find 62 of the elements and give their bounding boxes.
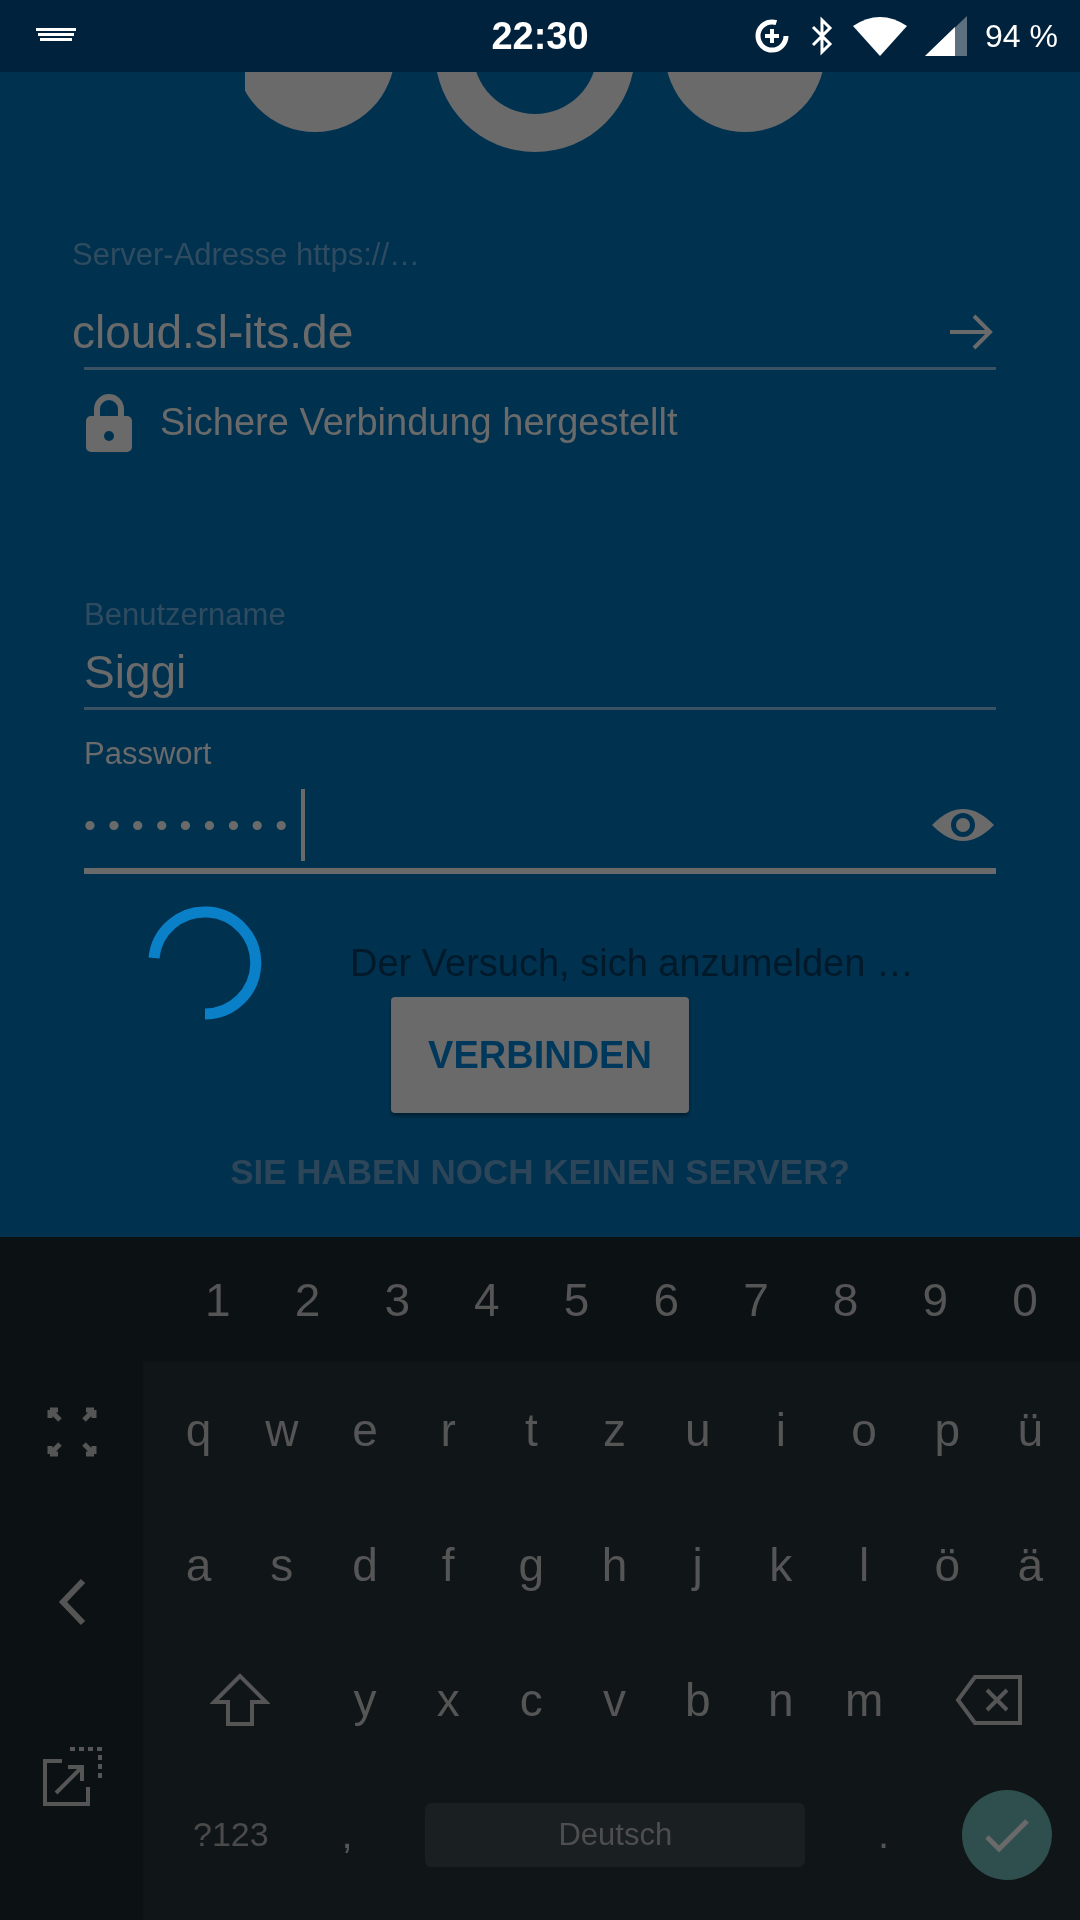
number-key[interactable]: 0 bbox=[1012, 1272, 1038, 1327]
field-value: ••••••••• bbox=[84, 805, 300, 845]
number-key[interactable]: 5 bbox=[563, 1272, 590, 1327]
pop-out-icon[interactable] bbox=[41, 1747, 102, 1807]
letter-key[interactable]: s bbox=[270, 1537, 294, 1592]
letter-key[interactable]: w bbox=[265, 1402, 299, 1457]
letter-key[interactable]: u bbox=[684, 1402, 711, 1457]
number-key[interactable]: 9 bbox=[922, 1272, 949, 1327]
letter-key[interactable]: g bbox=[518, 1537, 545, 1592]
number-key[interactable]: 2 bbox=[294, 1272, 321, 1327]
letter-key[interactable]: a bbox=[185, 1537, 212, 1592]
battery-percent: 94 % bbox=[985, 17, 1058, 55]
letter-key[interactable]: k bbox=[769, 1537, 793, 1592]
letter-key[interactable]: t bbox=[524, 1402, 538, 1457]
shift-icon[interactable] bbox=[210, 1671, 271, 1728]
letter-key[interactable]: i bbox=[775, 1402, 786, 1457]
number-key[interactable]: 6 bbox=[653, 1272, 680, 1327]
security-status: Sichere Verbindung hergestellt bbox=[160, 400, 678, 444]
letter-key[interactable]: r bbox=[440, 1402, 456, 1457]
letter-key[interactable]: c bbox=[519, 1672, 543, 1727]
letter-key[interactable]: l bbox=[858, 1537, 870, 1592]
letter-key[interactable]: e bbox=[352, 1402, 378, 1457]
backspace-icon[interactable] bbox=[954, 1673, 1023, 1726]
letter-key[interactable]: v bbox=[603, 1672, 626, 1727]
keyboard-icon bbox=[36, 28, 76, 44]
field-value: cloud.sl-its.de bbox=[72, 305, 354, 359]
letter-key[interactable]: o bbox=[851, 1402, 877, 1457]
letter-key[interactable]: y bbox=[353, 1672, 377, 1727]
wifi-icon bbox=[853, 16, 908, 56]
comma-key[interactable]: , bbox=[341, 1812, 353, 1857]
letter-key[interactable]: z bbox=[603, 1402, 626, 1457]
signal-icon bbox=[925, 16, 968, 56]
letter-key[interactable]: f bbox=[441, 1537, 455, 1592]
symbols-key[interactable]: ?123 bbox=[193, 1815, 269, 1854]
letter-key[interactable]: b bbox=[684, 1672, 711, 1727]
field-label: Passwort bbox=[84, 736, 213, 772]
clock-time: 22:30 bbox=[491, 14, 589, 58]
letter-key[interactable]: h bbox=[601, 1537, 628, 1592]
letter-key[interactable]: n bbox=[768, 1672, 794, 1727]
letter-key[interactable]: d bbox=[352, 1537, 378, 1592]
check-icon bbox=[982, 1816, 1031, 1853]
letter-key[interactable]: m bbox=[844, 1672, 884, 1727]
lock-icon bbox=[84, 392, 134, 452]
field-value: Siggi bbox=[84, 645, 187, 699]
letter-key[interactable]: q bbox=[185, 1402, 212, 1457]
letter-key[interactable]: ü bbox=[1017, 1402, 1044, 1457]
number-key[interactable]: 7 bbox=[743, 1272, 769, 1327]
letter-key[interactable]: x bbox=[436, 1672, 460, 1727]
number-key[interactable]: 3 bbox=[384, 1272, 410, 1327]
period-key[interactable]: . bbox=[878, 1812, 890, 1857]
letter-key[interactable]: ö bbox=[934, 1537, 960, 1592]
number-key[interactable]: 4 bbox=[474, 1272, 500, 1327]
letter-key[interactable]: j bbox=[692, 1537, 703, 1592]
number-key[interactable]: 8 bbox=[832, 1272, 859, 1327]
letter-key[interactable]: p bbox=[934, 1402, 960, 1457]
connect-button[interactable]: VERBINDEN bbox=[391, 997, 689, 1113]
username-field[interactable]: Siggi bbox=[84, 645, 996, 710]
expand-icon[interactable] bbox=[46, 1407, 97, 1457]
letter-key[interactable]: ä bbox=[1017, 1537, 1044, 1592]
text-cursor bbox=[301, 789, 306, 861]
number-key[interactable]: 1 bbox=[205, 1272, 231, 1327]
password-field[interactable]: ••••••••• bbox=[84, 790, 996, 874]
